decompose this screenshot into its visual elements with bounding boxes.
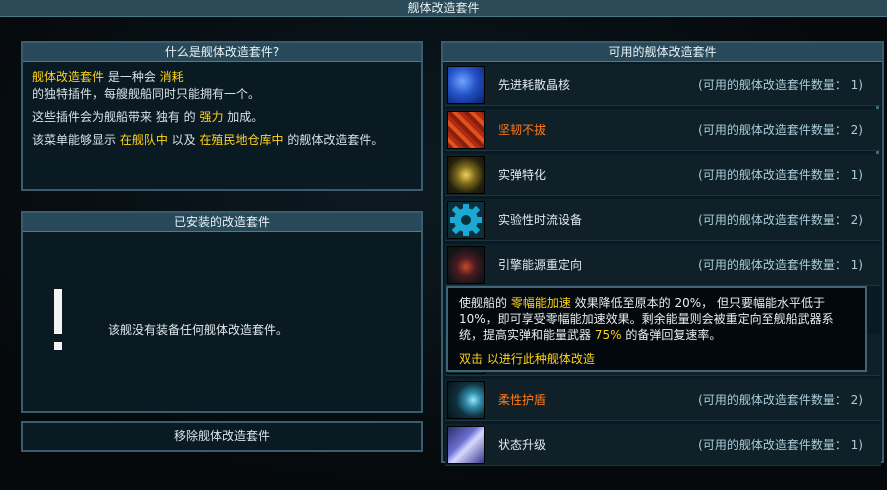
item-name: 柔性护盾 <box>498 393 547 407</box>
item-count: (可用的舰体改造套件数量： 2) <box>698 123 863 137</box>
item-name: 坚韧不拔 <box>498 123 547 137</box>
ballistic-icon <box>447 156 485 194</box>
list-item[interactable]: 实验性时流设备 (可用的舰体改造套件数量： 2) <box>445 199 881 241</box>
item-count: (可用的舰体改造套件数量： 1) <box>698 168 863 182</box>
item-name: 先进耗散晶核 <box>498 78 571 92</box>
tooltip-description: 使舰船的 零幅能加速 效果降低至原本的 20%， 但只要幅能水平低于10%，即可… <box>459 296 834 342</box>
available-panel: 可用的舰体改造套件 先进耗散晶核 (可用的舰体改造套件数量： 1) 坚韧不拔 (… <box>441 41 884 466</box>
info-line-1: 舰体改造套件 是一种会 消耗 的独特插件，每艘舰船同时只能拥有一个。 <box>32 70 261 101</box>
info-term-consume: 消耗 <box>159 70 184 84</box>
list-item[interactable]: 柔性护盾 (可用的舰体改造套件数量： 2) <box>445 379 881 421</box>
info-term-storage: 在殖民地仓库中 <box>199 133 284 147</box>
installed-empty-text: 该舰没有装备任何舰体改造套件。 <box>108 323 289 337</box>
shield-icon <box>447 381 485 419</box>
info-term-hullmod: 舰体改造套件 <box>32 70 105 84</box>
item-name: 状态升级 <box>498 438 547 452</box>
list-item[interactable]: 先进耗散晶核 (可用的舰体改造套件数量： 1) <box>445 64 881 106</box>
list-item[interactable]: 状态升级 (可用的舰体改造套件数量： 1) <box>445 424 881 466</box>
exclamation-icon <box>53 289 63 353</box>
item-count: (可用的舰体改造套件数量： 1) <box>698 258 863 272</box>
item-count: (可用的舰体改造套件数量： 1) <box>698 78 863 92</box>
available-panel-title: 可用的舰体改造套件 <box>443 43 882 62</box>
info-panel-title: 什么是舰体改造套件? <box>23 43 421 62</box>
info-term-powerful: 强力 <box>199 110 224 124</box>
item-count: (可用的舰体改造套件数量： 1) <box>698 438 863 452</box>
item-name: 实弹特化 <box>498 168 547 182</box>
crystal-core-icon <box>447 66 485 104</box>
steadfast-icon <box>447 111 485 149</box>
tooltip-term-zero-flux: 零幅能加速 <box>510 296 571 310</box>
item-count: (可用的舰体改造套件数量： 2) <box>698 213 863 227</box>
remove-hullmod-button[interactable]: 移除舰体改造套件 <box>21 421 423 452</box>
item-name: 引擎能源重定向 <box>498 258 583 272</box>
installed-panel: 已安装的改造套件 该舰没有装备任何舰体改造套件。 <box>21 211 423 413</box>
list-item[interactable]: 实弹特化 (可用的舰体改造套件数量： 1) <box>445 154 881 196</box>
window-title: 舰体改造套件 <box>0 0 887 17</box>
tooltip-term-percent: 75% <box>594 328 622 342</box>
list-item[interactable]: 坚韧不拔 (可用的舰体改造套件数量： 2) <box>445 109 881 151</box>
gear-icon <box>447 201 485 239</box>
info-term-fleet: 在舰队中 <box>119 133 168 147</box>
info-line-2: 这些插件会为舰船带来 独有 的 强力 加成。 <box>32 110 264 124</box>
list-item[interactable]: 引擎能源重定向 (可用的舰体改造套件数量： 1) <box>445 244 881 286</box>
info-panel: 什么是舰体改造套件? 舰体改造套件 是一种会 消耗 的独特插件，每艘舰船同时只能拥… <box>21 41 423 191</box>
item-count: (可用的舰体改造套件数量： 2) <box>698 393 863 407</box>
info-line-3: 该菜单能够显示 在舰队中 以及 在殖民地仓库中 的舰体改造套件。 <box>32 133 384 147</box>
installed-empty-state: 该舰没有装备任何舰体改造套件。 <box>23 232 421 411</box>
installed-panel-title: 已安装的改造套件 <box>23 213 421 232</box>
tooltip-action-hint: 双击 以进行此种舰体改造 <box>459 352 595 366</box>
item-name: 实验性时流设备 <box>498 213 583 227</box>
engine-icon <box>447 246 485 284</box>
hullmod-tooltip: 使舰船的 零幅能加速 效果降低至原本的 20%， 但只要幅能水平低于10%，即可… <box>446 286 867 372</box>
upgrade-icon <box>447 426 485 464</box>
info-panel-body: 舰体改造套件 是一种会 消耗 的独特插件，每艘舰船同时只能拥有一个。 这些插件会为… <box>23 62 421 162</box>
